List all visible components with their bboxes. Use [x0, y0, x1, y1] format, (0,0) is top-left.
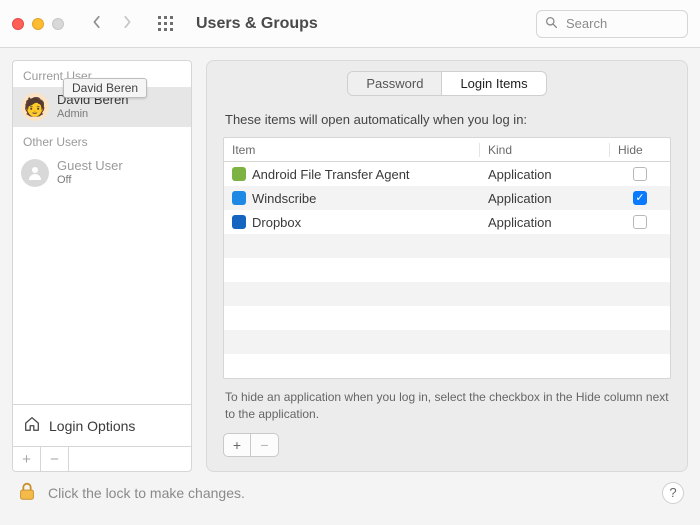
house-icon — [23, 415, 41, 436]
lock-text: Click the lock to make changes. — [48, 485, 245, 501]
item-kind: Application — [480, 191, 610, 206]
hint-text: To hide an application when you log in, … — [225, 389, 669, 423]
current-user-role: Admin — [57, 108, 129, 121]
search-icon — [545, 16, 558, 32]
table-row-empty — [224, 282, 670, 306]
user-tooltip: David Beren — [63, 78, 147, 98]
avatar: 🧑 — [21, 93, 49, 121]
table-row-empty — [224, 306, 670, 330]
other-user-row[interactable]: Guest User Off — [13, 153, 191, 193]
add-item-button[interactable]: + — [223, 433, 251, 457]
hide-checkbox[interactable] — [633, 167, 647, 181]
col-hide[interactable]: Hide — [610, 143, 670, 157]
table-row-empty — [224, 330, 670, 354]
item-name: Windscribe — [252, 191, 316, 206]
hide-checkbox[interactable] — [633, 191, 647, 205]
login-items-table: Item Kind Hide Android File Transfer Age… — [223, 137, 671, 379]
forward-button[interactable] — [120, 15, 134, 32]
zoom-window-button[interactable] — [52, 18, 64, 30]
tab-login-items[interactable]: Login Items — [441, 72, 545, 95]
minimize-window-button[interactable] — [32, 18, 44, 30]
close-window-button[interactable] — [12, 18, 24, 30]
search-input[interactable] — [564, 15, 679, 32]
intro-text: These items will open automatically when… — [225, 112, 669, 127]
toolbar: Users & Groups — [0, 0, 700, 48]
item-add-remove: + − — [223, 433, 671, 457]
avatar — [21, 159, 49, 187]
hide-checkbox[interactable] — [633, 215, 647, 229]
remove-user-button[interactable]: − — [41, 447, 69, 471]
segmented-control: Password Login Items — [347, 71, 546, 96]
other-users-label: Other Users — [13, 127, 191, 153]
item-kind: Application — [480, 215, 610, 230]
add-user-button[interactable]: + — [13, 447, 41, 471]
help-button[interactable]: ? — [662, 482, 684, 504]
col-item[interactable]: Item — [224, 143, 480, 157]
login-items-panel: Password Login Items These items will op… — [206, 60, 688, 472]
back-button[interactable] — [90, 15, 104, 32]
login-options-label: Login Options — [49, 418, 135, 434]
footer: Click the lock to make changes. ? — [0, 478, 700, 513]
table-row-empty — [224, 258, 670, 282]
current-user-row[interactable]: David Beren 🧑 David Beren Admin — [13, 87, 191, 127]
table-row[interactable]: Windscribe Application — [224, 186, 670, 210]
other-user-role: Off — [57, 174, 123, 187]
table-row-empty — [224, 354, 670, 378]
app-icon — [232, 167, 246, 181]
app-icon — [232, 191, 246, 205]
pane-title: Users & Groups — [196, 15, 318, 33]
window-controls — [12, 18, 64, 30]
tab-password[interactable]: Password — [348, 72, 441, 95]
table-row-empty — [224, 234, 670, 258]
users-sidebar: Current User David Beren 🧑 David Beren A… — [12, 60, 192, 472]
search-field[interactable] — [536, 10, 688, 38]
lock-icon[interactable] — [16, 480, 38, 505]
item-name: Android File Transfer Agent — [252, 167, 410, 182]
col-kind[interactable]: Kind — [480, 143, 610, 157]
table-row[interactable]: Android File Transfer Agent Application — [224, 162, 670, 186]
show-all-button[interactable] — [158, 16, 174, 32]
table-row[interactable]: Dropbox Application — [224, 210, 670, 234]
sidebar-add-remove: + − — [13, 446, 191, 471]
item-kind: Application — [480, 167, 610, 182]
remove-item-button[interactable]: − — [251, 433, 279, 457]
login-options-button[interactable]: Login Options — [13, 404, 191, 446]
app-icon — [232, 215, 246, 229]
other-user-name: Guest User — [57, 159, 123, 174]
item-name: Dropbox — [252, 215, 301, 230]
